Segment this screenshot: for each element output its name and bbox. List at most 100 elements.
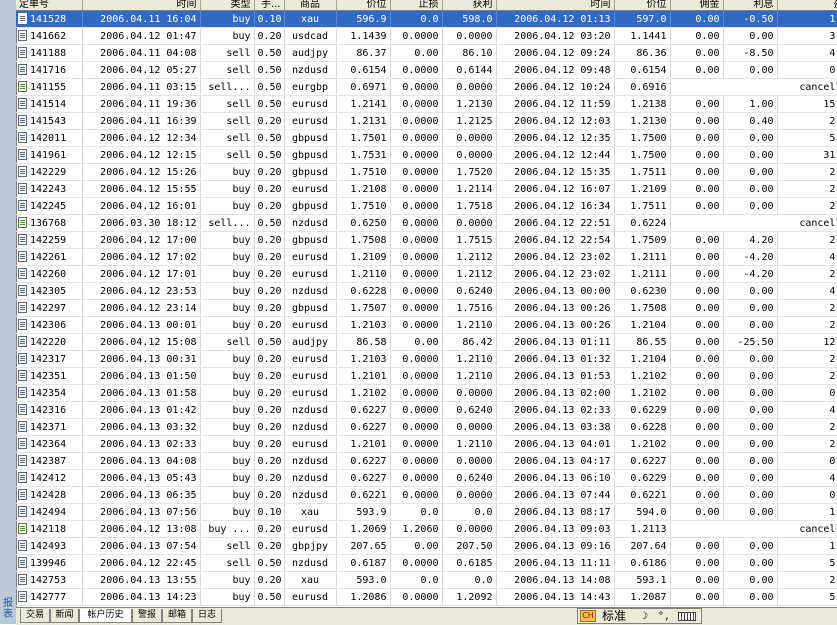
table-row[interactable]: 142753 2006.04.13 13:55 buy 0.20 xau 593.0 0.0… <box>16 571 837 589</box>
cell-open-time: 2006.04.12 22:45 <box>82 554 201 572</box>
table-row[interactable]: 136768 2006.03.30 18:12 sell... 0.50 nzdusd 0… <box>16 214 837 232</box>
column-header-commission[interactable]: 佣金 <box>670 0 724 11</box>
table-row[interactable]: 142220 2006.04.12 15:08 sell 0.50 audjpy 86.5… <box>16 333 837 351</box>
column-header-symbol[interactable]: 商品 <box>284 0 337 11</box>
table-row[interactable]: 141716 2006.04.12 05:27 sell 0.50 nzdusd 0.61… <box>16 61 837 79</box>
table-row[interactable]: 142297 2006.04.12 23:14 buy 0.20 gbpusd 1.750… <box>16 299 837 317</box>
column-header-swap[interactable]: 利息 <box>723 0 778 11</box>
tab-2[interactable]: 帐户历史 <box>79 609 132 623</box>
cell-tp: 0.0000 <box>442 452 497 470</box>
table-row[interactable]: 142118 2006.04.12 13:08 buy ... 0.20 eurusd 1… <box>16 520 837 538</box>
tab-1[interactable]: 新闻 <box>50 609 79 623</box>
column-header-tp[interactable]: 获利 <box>442 0 497 11</box>
table-row[interactable]: 142364 2006.04.13 02:33 buy 0.20 eurusd 1.210… <box>16 435 837 453</box>
cell-tp: 0.0 <box>442 571 497 589</box>
column-header-profit[interactable]: 盈亏 <box>777 0 837 11</box>
table-row[interactable]: 141155 2006.04.11 03:15 sell... 0.50 eurgbp 0… <box>16 78 837 96</box>
cell-tp: 1.2110 <box>442 350 497 368</box>
table-row[interactable]: 142428 2006.04.13 06:35 buy 0.20 nzdusd 0.622… <box>16 486 837 504</box>
cell-symbol: xau <box>284 503 337 521</box>
cell-open-time: 2006.04.13 14:23 <box>82 588 201 606</box>
cell-size: 0.20 <box>254 163 285 181</box>
order-document-icon <box>18 574 27 586</box>
cell-type: sell... <box>200 78 255 96</box>
column-header-open-time[interactable]: 时间 <box>82 0 201 11</box>
cell-symbol: nzdusd <box>284 452 337 470</box>
table-row[interactable]: 142261 2006.04.12 17:02 buy 0.20 eurusd 1.210… <box>16 248 837 266</box>
cell-commission: 0.00 <box>670 384 724 402</box>
table-row[interactable]: 142494 2006.04.13 07:56 buy 0.10 xau 593.9 0.0… <box>16 503 837 521</box>
cell-commission: 0.00 <box>670 316 724 334</box>
ime-mode-label[interactable]: 标准 <box>602 609 626 624</box>
column-header-type[interactable]: 类型 <box>200 0 255 11</box>
cell-ticket: 142243 <box>16 180 83 198</box>
ime-toolbar[interactable]: CH 标准 ☽ °, <box>577 608 702 624</box>
cell-profit: 2.00 <box>777 197 837 215</box>
cell-open-time: 2006.04.13 00:31 <box>82 350 201 368</box>
table-row[interactable]: 142260 2006.04.12 17:01 buy 0.20 eurusd 1.211… <box>16 265 837 283</box>
table-row[interactable]: 142316 2006.04.13 01:42 buy 0.20 nzdusd 0.622… <box>16 401 837 419</box>
table-row[interactable]: 142387 2006.04.13 04:08 buy 0.20 nzdusd 0.622… <box>16 452 837 470</box>
column-header-open-price[interactable]: 价位 <box>336 0 391 11</box>
cell-commission: 0.00 <box>670 112 724 130</box>
ime-halfwidth-moon-icon[interactable]: ☽ <box>642 609 648 624</box>
cell-type: buy ... <box>200 520 255 538</box>
table-row[interactable]: 142011 2006.04.12 12:34 sell 0.50 gbpusd 1.75… <box>16 129 837 147</box>
table-row[interactable]: 142317 2006.04.13 00:31 buy 0.20 eurusd 1.210… <box>16 350 837 368</box>
column-header-ticket[interactable]: 定单号 <box>16 0 83 11</box>
table-row[interactable]: 142259 2006.04.12 17:00 buy 0.20 gbpusd 1.750… <box>16 231 837 249</box>
table-row[interactable]: 142777 2006.04.13 14:23 buy 0.50 eurusd 1.208… <box>16 588 837 606</box>
ime-punctuation-icon[interactable]: °, <box>658 609 670 624</box>
table-row[interactable]: 142245 2006.04.12 16:01 buy 0.20 gbpusd 1.751… <box>16 197 837 215</box>
cell-open-time: 2006.03.30 18:12 <box>82 214 201 232</box>
column-header-close-time[interactable]: 时间 <box>496 0 615 11</box>
cell-symbol: eurgbp <box>284 78 337 96</box>
table-row[interactable]: 142305 2006.04.12 23:53 buy 0.20 nzdusd 0.622… <box>16 282 837 300</box>
ime-logo-icon[interactable]: CH <box>580 610 596 622</box>
table-row[interactable]: 142412 2006.04.13 05:43 buy 0.20 nzdusd 0.622… <box>16 469 837 487</box>
table-row[interactable]: 141528 2006.04.11 16:04 buy 0.10 xau 596.9 0.0… <box>16 10 837 28</box>
table-row[interactable]: 142354 2006.04.13 01:58 buy 0.20 eurusd 1.210… <box>16 384 837 402</box>
cell-size: 0.50 <box>254 61 285 79</box>
column-header-close-price[interactable]: 价位 <box>614 0 671 11</box>
cell-commission: 0.00 <box>670 452 724 470</box>
cell-close-time: 2006.04.12 16:34 <box>496 197 615 215</box>
column-header-size[interactable]: 手... <box>254 0 285 11</box>
table-row[interactable]: 142371 2006.04.13 03:32 buy 0.20 nzdusd 0.622… <box>16 418 837 436</box>
cell-size: 0.50 <box>254 146 285 164</box>
cell-close-time: 2006.04.13 00:26 <box>496 316 615 334</box>
table-row[interactable]: 142243 2006.04.12 15:55 buy 0.20 eurusd 1.210… <box>16 180 837 198</box>
order-document-icon <box>18 387 27 399</box>
cell-tp: 0.0000 <box>442 78 497 96</box>
tab-0[interactable]: 交易 <box>20 609 50 623</box>
table-row[interactable]: 141961 2006.04.12 12:15 sell 0.50 gbpusd 1.75… <box>16 146 837 164</box>
tab-5[interactable]: 日志 <box>192 609 222 623</box>
cell-close-price: 0.6221 <box>614 486 671 504</box>
cell-sl: 0.0000 <box>390 401 443 419</box>
cell-open-price: 0.6971 <box>336 78 391 96</box>
table-row[interactable]: 142306 2006.04.13 00:01 buy 0.20 eurusd 1.210… <box>16 316 837 334</box>
cell-size: 0.50 <box>254 554 285 572</box>
table-row[interactable]: 141543 2006.04.11 16:39 sell 0.20 eurusd 1.21… <box>16 112 837 130</box>
cell-tp: 1.7516 <box>442 299 497 317</box>
cell-open-price: 593.9 <box>336 503 391 521</box>
table-row[interactable]: 141514 2006.04.11 19:36 sell 0.50 eurusd 1.21… <box>16 95 837 113</box>
table-row[interactable]: 142351 2006.04.13 01:50 buy 0.20 eurusd 1.210… <box>16 367 837 385</box>
cell-commission: 0.00 <box>670 401 724 419</box>
table-row[interactable]: 141188 2006.04.11 04:08 sell 0.50 audjpy 86.3… <box>16 44 837 62</box>
table-row[interactable]: 139946 2006.04.12 22:45 sell 0.50 nzdusd 0.61… <box>16 554 837 572</box>
cell-symbol: gbpusd <box>284 231 337 249</box>
cell-close-time: 2006.04.13 00:26 <box>496 299 615 317</box>
cell-tp: 0.6185 <box>442 554 497 572</box>
column-header-sl[interactable]: 止损 <box>390 0 443 11</box>
cell-tp: 0.0000 <box>442 486 497 504</box>
ime-soft-keyboard-icon[interactable] <box>678 612 696 621</box>
tab-4[interactable]: 邮箱 <box>162 609 192 623</box>
table-row[interactable]: 142229 2006.04.12 15:26 buy 0.20 gbpusd 1.751… <box>16 163 837 181</box>
table-row[interactable]: 141662 2006.04.12 01:47 buy 0.20 usdcad 1.143… <box>16 27 837 45</box>
tab-3[interactable]: 警报 <box>132 609 162 623</box>
cell-tp: 207.50 <box>442 537 497 555</box>
cell-sl: 0.0000 <box>390 248 443 266</box>
cell-size: 0.20 <box>254 299 285 317</box>
table-row[interactable]: 142493 2006.04.13 07:54 sell 0.20 gbpjpy 207.… <box>16 537 837 555</box>
